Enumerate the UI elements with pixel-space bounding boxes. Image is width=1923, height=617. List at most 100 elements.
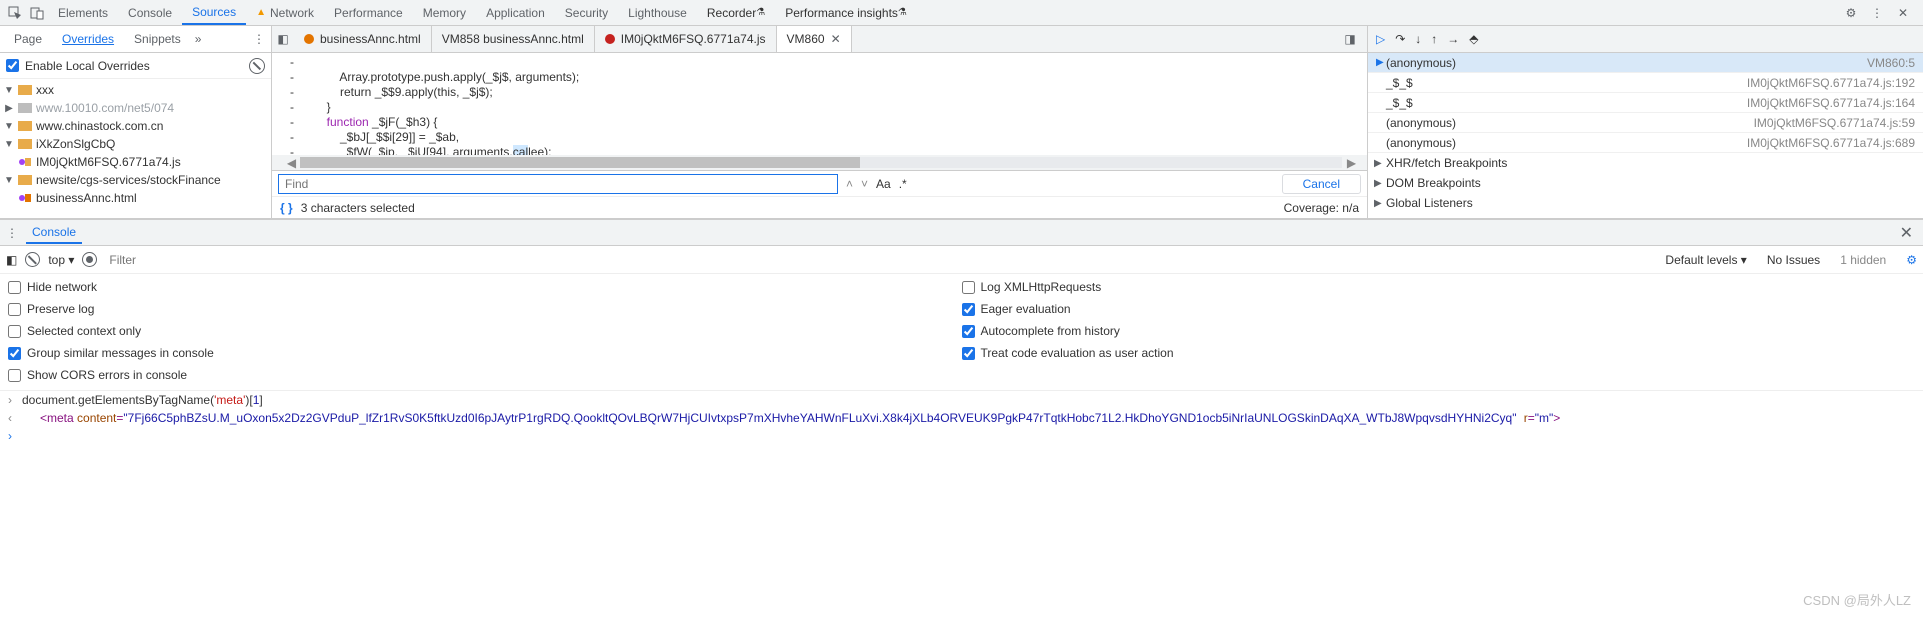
panel-tabs: Elements Console Sources Network Perform…	[48, 0, 1841, 25]
tab-elements[interactable]: Elements	[48, 0, 118, 25]
step-out-icon[interactable]: ↑	[1431, 32, 1437, 46]
tab-recorder[interactable]: Recorder ⚗	[697, 0, 775, 25]
settings-icon[interactable]: ⚙	[1841, 2, 1861, 24]
pretty-print-icon[interactable]: { }	[280, 201, 293, 215]
tab-lighthouse[interactable]: Lighthouse	[618, 0, 697, 25]
filetab[interactable]: VM858 businessAnnc.html	[432, 26, 595, 52]
filetab-active[interactable]: VM860✕	[777, 26, 852, 52]
tab-performance[interactable]: Performance	[324, 0, 413, 25]
stack-frame[interactable]: (anonymous)IM0jQktM6FSQ.6771a74.js:689	[1368, 133, 1923, 153]
opt-treat-user[interactable]: Treat code evaluation as user action	[962, 346, 1916, 360]
console-prompt[interactable]: ›	[8, 429, 1915, 447]
devtools-topbar: Elements Console Sources Network Perform…	[0, 0, 1923, 26]
tree-folder[interactable]: ▼www.chinastock.com.cn	[0, 117, 271, 135]
regex-toggle[interactable]: .*	[899, 177, 907, 191]
clear-console-icon[interactable]	[25, 252, 40, 267]
tab-console[interactable]: Console	[118, 0, 182, 25]
stack-frame[interactable]: ▶(anonymous)VM860:5	[1368, 53, 1923, 73]
opt-cors[interactable]: Show CORS errors in console	[8, 368, 962, 382]
toggle-debugger-icon[interactable]: ◨	[1339, 28, 1361, 50]
selection-status: 3 characters selected	[301, 201, 415, 215]
editor-hscrollbar[interactable]: ◀▶	[272, 155, 1367, 170]
navigator-panel: Page Overrides Snippets » ⋮ Enable Local…	[0, 26, 272, 218]
watermark: CSDN @局外人LZ	[1803, 590, 1911, 609]
deactivate-bp-icon[interactable]: ⬘	[1469, 32, 1478, 46]
tab-application[interactable]: Application	[476, 0, 555, 25]
subtab-more-icon[interactable]: »	[195, 32, 202, 46]
find-next-icon[interactable]: ˅	[861, 177, 868, 191]
close-tab-icon[interactable]: ✕	[831, 32, 841, 46]
opt-hide-network[interactable]: Hide network	[8, 280, 962, 294]
stack-frame[interactable]: _$_$IM0jQktM6FSQ.6771a74.js:192	[1368, 73, 1923, 93]
console-filter-input[interactable]	[105, 251, 1651, 269]
device-toggle-icon[interactable]	[26, 2, 48, 24]
section-xhr-bp[interactable]: ▶XHR/fetch Breakpoints	[1368, 153, 1923, 173]
drawer-kebab-icon[interactable]: ⋮	[6, 226, 18, 240]
section-global-listeners[interactable]: ▶Global Listeners	[1368, 193, 1923, 213]
opt-group-similar[interactable]: Group similar messages in console	[8, 346, 962, 360]
file-tree: ▼xxx ▶www.10010.com/net5/074 ▼www.chinas…	[0, 79, 271, 218]
drawer-close-icon[interactable]: ✕	[1896, 223, 1917, 243]
console-sidebar-toggle-icon[interactable]: ◧	[6, 253, 17, 267]
opt-autocomplete[interactable]: Autocomplete from history	[962, 324, 1916, 338]
debugger-toolbar: ▷ ↷ ↓ ↑ → ⬘	[1368, 26, 1923, 53]
clear-overrides-icon[interactable]	[249, 58, 265, 74]
filetab[interactable]: businessAnnc.html	[294, 26, 432, 52]
find-input[interactable]	[278, 174, 838, 194]
section-dom-bp[interactable]: ▶DOM Breakpoints	[1368, 173, 1923, 193]
issues-button[interactable]: No Issues	[1761, 251, 1826, 269]
live-expression-icon[interactable]	[82, 252, 97, 267]
console-drawer: ⋮ Console ✕ ◧ top ▾ Default levels ▾ No …	[0, 219, 1923, 449]
opt-log-xhr[interactable]: Log XMLHttpRequests	[962, 280, 1916, 294]
match-case-toggle[interactable]: Aa	[876, 177, 891, 191]
tree-root[interactable]: ▼xxx	[0, 81, 271, 99]
enable-overrides-checkbox[interactable]	[6, 59, 19, 72]
tree-file-js[interactable]: IM0jQktM6FSQ.6771a74.js	[0, 153, 271, 171]
console-settings-icon[interactable]: ⚙	[1906, 253, 1917, 267]
toggle-navigator-icon[interactable]: ◧	[272, 28, 294, 50]
opt-preserve-log[interactable]: Preserve log	[8, 302, 962, 316]
tree-folder[interactable]: ▶www.10010.com/net5/074	[0, 99, 271, 117]
subtab-page[interactable]: Page	[6, 28, 50, 50]
opt-selected-context[interactable]: Selected context only	[8, 324, 962, 338]
code-text: Array.prototype.push.apply(_$j$, argumen…	[300, 53, 579, 155]
context-selector[interactable]: top ▾	[48, 253, 74, 267]
close-devtools-icon[interactable]: ✕	[1893, 2, 1913, 24]
find-cancel-button[interactable]: Cancel	[1282, 174, 1361, 194]
step-into-icon[interactable]: ↓	[1415, 32, 1421, 46]
step-over-icon[interactable]: ↷	[1395, 32, 1405, 46]
stack-frame[interactable]: (anonymous)IM0jQktM6FSQ.6771a74.js:59	[1368, 113, 1923, 133]
tree-folder[interactable]: ▼newsite/cgs-services/stockFinance	[0, 171, 271, 189]
inspect-icon[interactable]	[4, 2, 26, 24]
tree-file-html[interactable]: businessAnnc.html	[0, 189, 271, 207]
editor-panel: ◧ businessAnnc.html VM858 businessAnnc.h…	[272, 26, 1368, 218]
tree-folder[interactable]: ▼iXkZonSlgCbQ	[0, 135, 271, 153]
editor-tabs: ◧ businessAnnc.html VM858 businessAnnc.h…	[272, 26, 1367, 53]
navigator-kebab-icon[interactable]: ⋮	[253, 32, 265, 46]
console-input-line[interactable]: ›document.getElementsByTagName('meta')[1…	[8, 393, 1915, 411]
filetab[interactable]: IM0jQktM6FSQ.6771a74.js	[595, 26, 777, 52]
enable-overrides-row: Enable Local Overrides	[0, 53, 271, 79]
tab-perf-insights[interactable]: Performance insights ⚗	[775, 0, 917, 25]
gutter: -------	[272, 53, 300, 155]
log-levels-dropdown[interactable]: Default levels ▾	[1659, 251, 1752, 269]
opt-eager[interactable]: Eager evaluation	[962, 302, 1916, 316]
more-icon[interactable]: ⋮	[1867, 2, 1887, 24]
console-log: ›document.getElementsByTagName('meta')[1…	[0, 391, 1923, 449]
step-icon[interactable]: →	[1447, 32, 1459, 46]
tab-sources[interactable]: Sources	[182, 0, 246, 25]
tab-network[interactable]: Network	[246, 0, 324, 25]
console-output-line[interactable]: ‹<meta content="7Fj66C5phBZsU.M_uOxon5x2…	[8, 411, 1915, 429]
subtab-snippets[interactable]: Snippets	[126, 28, 189, 50]
html-file-icon	[304, 34, 314, 44]
drawer-tab-console[interactable]: Console	[26, 222, 82, 244]
code-editor[interactable]: ------- Array.prototype.push.apply(_$j$,…	[272, 53, 1367, 155]
resume-icon[interactable]: ▷	[1376, 32, 1385, 46]
tab-security[interactable]: Security	[555, 0, 618, 25]
subtab-overrides[interactable]: Overrides	[54, 28, 122, 50]
debugger-sections: ▶XHR/fetch Breakpoints ▶DOM Breakpoints …	[1368, 153, 1923, 213]
stack-frame[interactable]: _$_$IM0jQktM6FSQ.6771a74.js:164	[1368, 93, 1923, 113]
tab-memory[interactable]: Memory	[413, 0, 476, 25]
js-file-icon	[605, 34, 615, 44]
find-prev-icon[interactable]: ˄	[846, 177, 853, 191]
